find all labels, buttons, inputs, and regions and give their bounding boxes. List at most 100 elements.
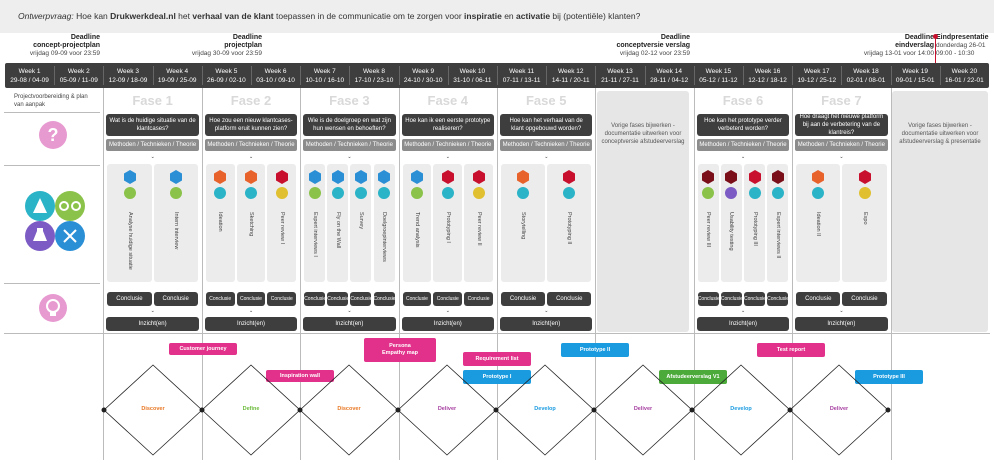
week-cell: Week 7 10-10 / 16-10 — [300, 63, 349, 88]
method-type-icon — [169, 170, 182, 199]
week-number: Week 16 — [754, 68, 781, 75]
method-type-icon — [275, 170, 288, 199]
week-cell: Week 9 24-10 / 30-10 — [399, 63, 448, 88]
methods-header: Methoden / Technieken / Theorie — [401, 139, 494, 151]
method-name: Prototyping I — [444, 212, 451, 243]
method-name: Usability testing — [728, 212, 735, 251]
diamond-phase-label: Discover — [337, 406, 361, 412]
week-cell: Week 4 19-09 / 25-09 — [153, 63, 202, 88]
inzicht-box: Inzicht(en) — [500, 317, 593, 331]
week-dates: 17-10 / 23-10 — [354, 77, 394, 84]
conclusie-box: Conclusie — [464, 292, 493, 306]
deliverable-prototype-3: Prototype III — [855, 370, 923, 384]
method-name: Prototyping III — [751, 212, 758, 246]
inzicht-box: Inzicht(en) — [401, 317, 494, 331]
chevron-down-icon: ⌄ — [249, 154, 254, 160]
week-number: Week 4 — [166, 68, 189, 75]
week-separator — [497, 66, 498, 85]
week-dates: 21-11 / 27-11 — [601, 77, 639, 84]
chevron-down-icon: ⌄ — [544, 154, 549, 160]
deadline-conceptversie: Deadline conceptversie verslag vrijdag 02-… — [616, 34, 690, 57]
methods-icons-cluster — [25, 191, 85, 251]
week-cell: Week 2 05-09 / 11-09 — [54, 63, 103, 88]
divider — [4, 283, 100, 284]
deadline-concept-projectplan: Deadline concept-projectplan vrijdag 09-09… — [29, 34, 100, 57]
chevron-down-icon: ⌄ — [347, 154, 352, 160]
deliverable-prototype-2: Prototype II — [561, 343, 629, 357]
method-type-icon — [378, 170, 391, 199]
deliverable-prototype-1: Prototype I — [463, 370, 531, 384]
week-separator — [792, 66, 794, 85]
conclusie-box: Conclusie — [697, 292, 720, 306]
week-separator — [890, 66, 892, 85]
method-name: Expert interviews II — [774, 212, 781, 259]
week-dates: 24-10 / 30-10 — [403, 77, 443, 84]
week-cell: Week 10 31-10 / 06-11 — [448, 63, 497, 88]
chevron-down-icon: ⌄ — [544, 308, 549, 314]
inzicht-box: Inzicht(en) — [696, 317, 790, 331]
presentation-marker-line — [935, 36, 936, 63]
conclusie-box: Conclusie — [402, 292, 432, 306]
method-name: Expo — [861, 212, 868, 225]
week-dates: 07-11 / 13-11 — [502, 77, 541, 84]
week-dates: 28-11 / 04-12 — [650, 77, 689, 84]
phase-separator-line — [497, 88, 498, 460]
chevron-down-icon: ⌄ — [249, 308, 254, 314]
prep-label: Projectvoorbereiding & plan van aanpak — [14, 94, 88, 108]
week-number: Week 18 — [853, 68, 879, 75]
methods-header: Methoden / Technieken / Theorie — [696, 139, 790, 151]
method-type-icon — [472, 170, 485, 199]
week-dates: 16-01 / 22-01 — [945, 77, 984, 84]
week-cell: Week 13 21-11 / 27-11 — [595, 63, 644, 88]
phase-title: Fase 2 — [230, 93, 272, 108]
method-type-icon — [245, 170, 257, 199]
svg-text:?: ? — [48, 125, 59, 145]
method-name: Sketching — [248, 212, 254, 237]
week-dates: 29-08 / 04-09 — [10, 77, 49, 84]
deliverable-persona: Persona — [389, 343, 411, 349]
week-dates: 19-12 / 25-12 — [797, 77, 837, 84]
week-separator — [300, 66, 302, 85]
phase-title: Fase 4 — [427, 93, 469, 108]
week-number: Week 8 — [363, 68, 385, 75]
chevron-down-icon: ⌄ — [347, 308, 352, 314]
method-type-icon — [771, 170, 784, 199]
week-cell: Week 1 29-08 / 04-09 — [5, 63, 54, 88]
method-name: Peer review III — [705, 212, 712, 248]
phase-title: Fase 5 — [525, 93, 567, 108]
phase-title: Fase 3 — [329, 93, 370, 108]
phase-question: Hoe kan het prototype verder verbeterd w… — [696, 114, 790, 136]
method-name: Prototyping II — [566, 212, 573, 245]
phase-title: Fase 7 — [821, 93, 862, 108]
methods-header: Methoden / Technieken / Theorie — [106, 139, 199, 151]
week-cell: Week 20 16-01 / 22-01 — [940, 63, 989, 88]
method-name: Peer review II — [475, 212, 482, 246]
week-separator — [546, 66, 548, 85]
deliverable-persona-empathy: Persona Empathy map — [364, 338, 436, 362]
conclusie-box: Conclusie — [744, 292, 766, 306]
week-separator — [447, 66, 449, 85]
week-number: Week 11 — [509, 68, 535, 75]
week-dates: 09-01 / 15-01 — [895, 77, 935, 84]
method-type-icon — [308, 170, 321, 199]
phase-separator-line — [792, 88, 794, 460]
week-number: Week 19 — [902, 68, 928, 75]
week-number: Week 14 — [656, 68, 682, 75]
week-separator — [841, 66, 843, 85]
conclusie-box: Conclusie — [153, 292, 198, 306]
week-cell: Week 3 12-09 / 18-09 — [103, 63, 152, 88]
diamond-phase-label: Deliver — [829, 406, 849, 412]
conclusie-box: Conclusie — [373, 292, 395, 306]
method-type-icon — [563, 170, 576, 199]
method-name: Storytelling — [520, 212, 527, 240]
phase-question: Hoe kan het verhaal van de klant opgebou… — [500, 114, 593, 136]
phase-separator-line — [201, 88, 203, 460]
week-cell: Week 14 28-11 / 04-12 — [645, 63, 694, 88]
conclusie-box: Conclusie — [433, 292, 463, 306]
method-name: Analyse huidige situatie — [126, 212, 133, 270]
week-number: Week 6 — [264, 68, 287, 75]
week-number: Week 10 — [459, 68, 486, 75]
method-type-icon — [725, 170, 738, 199]
note-text-1: Vorige fases bijwerken - documentatie ui… — [601, 123, 685, 145]
week-dates: 12-12 / 18-12 — [748, 77, 787, 84]
